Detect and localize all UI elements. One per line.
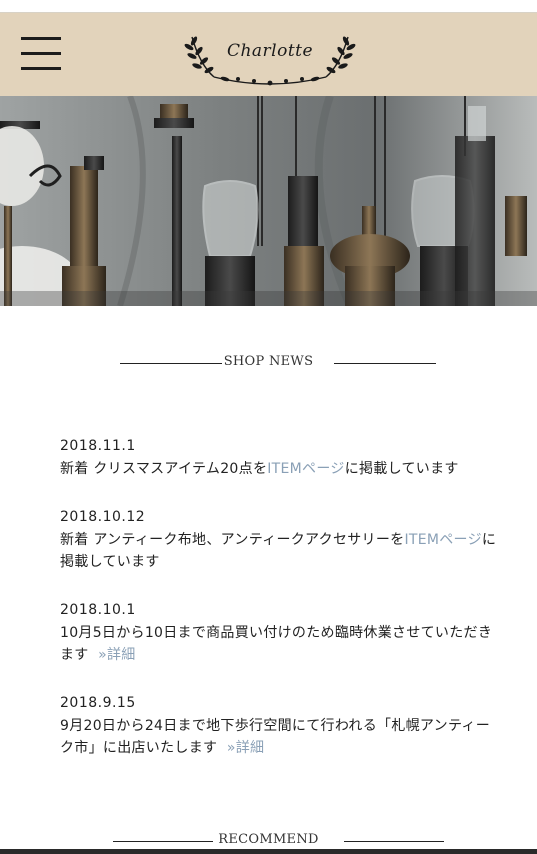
heading-rule-right bbox=[334, 363, 436, 364]
news-date: 2018.10.12 bbox=[60, 509, 146, 525]
logo-text: Charlotte bbox=[226, 41, 314, 61]
menu-bar-bottom bbox=[21, 67, 61, 70]
news-text: 10月5日から10日まで商品買い付けのため臨時休業させていただきます »詳細 bbox=[60, 622, 500, 666]
news-text-before: 新着 アンティーク布地、アンティークアクセサリーを bbox=[60, 532, 405, 548]
details-link[interactable]: »詳細 bbox=[98, 647, 135, 663]
news-list: 2018.11.1 新着 クリスマスアイテム20点をITEMページに掲載していま… bbox=[60, 436, 500, 786]
menu-bar-top bbox=[21, 37, 61, 40]
shop-news-title: SHOP NEWS bbox=[223, 354, 314, 369]
hamburger-menu-icon[interactable] bbox=[21, 37, 61, 71]
news-text: 新着 クリスマスアイテム20点をITEMページに掲載しています bbox=[60, 458, 500, 480]
menu-bar-middle bbox=[21, 52, 61, 55]
news-text-before: 9月20日から24日まで地下歩行空間にて行われる「札幌アンティーク市」に出店いた… bbox=[60, 718, 491, 756]
recommend-title: RECOMMEND bbox=[218, 832, 319, 847]
bottom-bar bbox=[0, 849, 537, 854]
site-logo[interactable]: Charlotte bbox=[180, 25, 360, 87]
news-text-after: に掲載しています bbox=[344, 461, 459, 477]
news-item: 2018.10.1 10月5日から10日まで商品買い付けのため臨時休業させていた… bbox=[60, 600, 500, 666]
news-item: 2018.10.12 新着 アンティーク布地、アンティークアクセサリーをITEM… bbox=[60, 507, 500, 573]
antique-lamps-illustration bbox=[0, 96, 537, 306]
news-item: 2018.11.1 新着 クリスマスアイテム20点をITEMページに掲載していま… bbox=[60, 436, 500, 480]
shop-news-heading: SHOP NEWS bbox=[0, 354, 537, 374]
news-date: 2018.9.15 bbox=[60, 695, 136, 711]
hero-image bbox=[0, 96, 537, 306]
heading-rule-right bbox=[344, 841, 444, 842]
news-item: 2018.9.15 9月20日から24日まで地下歩行空間にて行われる「札幌アンテ… bbox=[60, 693, 500, 759]
news-date: 2018.10.1 bbox=[60, 602, 136, 618]
top-edge bbox=[0, 0, 537, 13]
site-header: Charlotte bbox=[0, 13, 537, 96]
news-text-before: 新着 クリスマスアイテム20点を bbox=[60, 461, 268, 477]
news-text: 新着 アンティーク布地、アンティークアクセサリーをITEMページに掲載しています bbox=[60, 529, 500, 573]
item-page-link[interactable]: ITEMページ bbox=[404, 532, 481, 548]
news-date: 2018.11.1 bbox=[60, 438, 136, 454]
item-page-link[interactable]: ITEMページ bbox=[267, 461, 344, 477]
details-link[interactable]: »詳細 bbox=[227, 740, 264, 756]
news-text: 9月20日から24日まで地下歩行空間にて行われる「札幌アンティーク市」に出店いた… bbox=[60, 715, 500, 759]
